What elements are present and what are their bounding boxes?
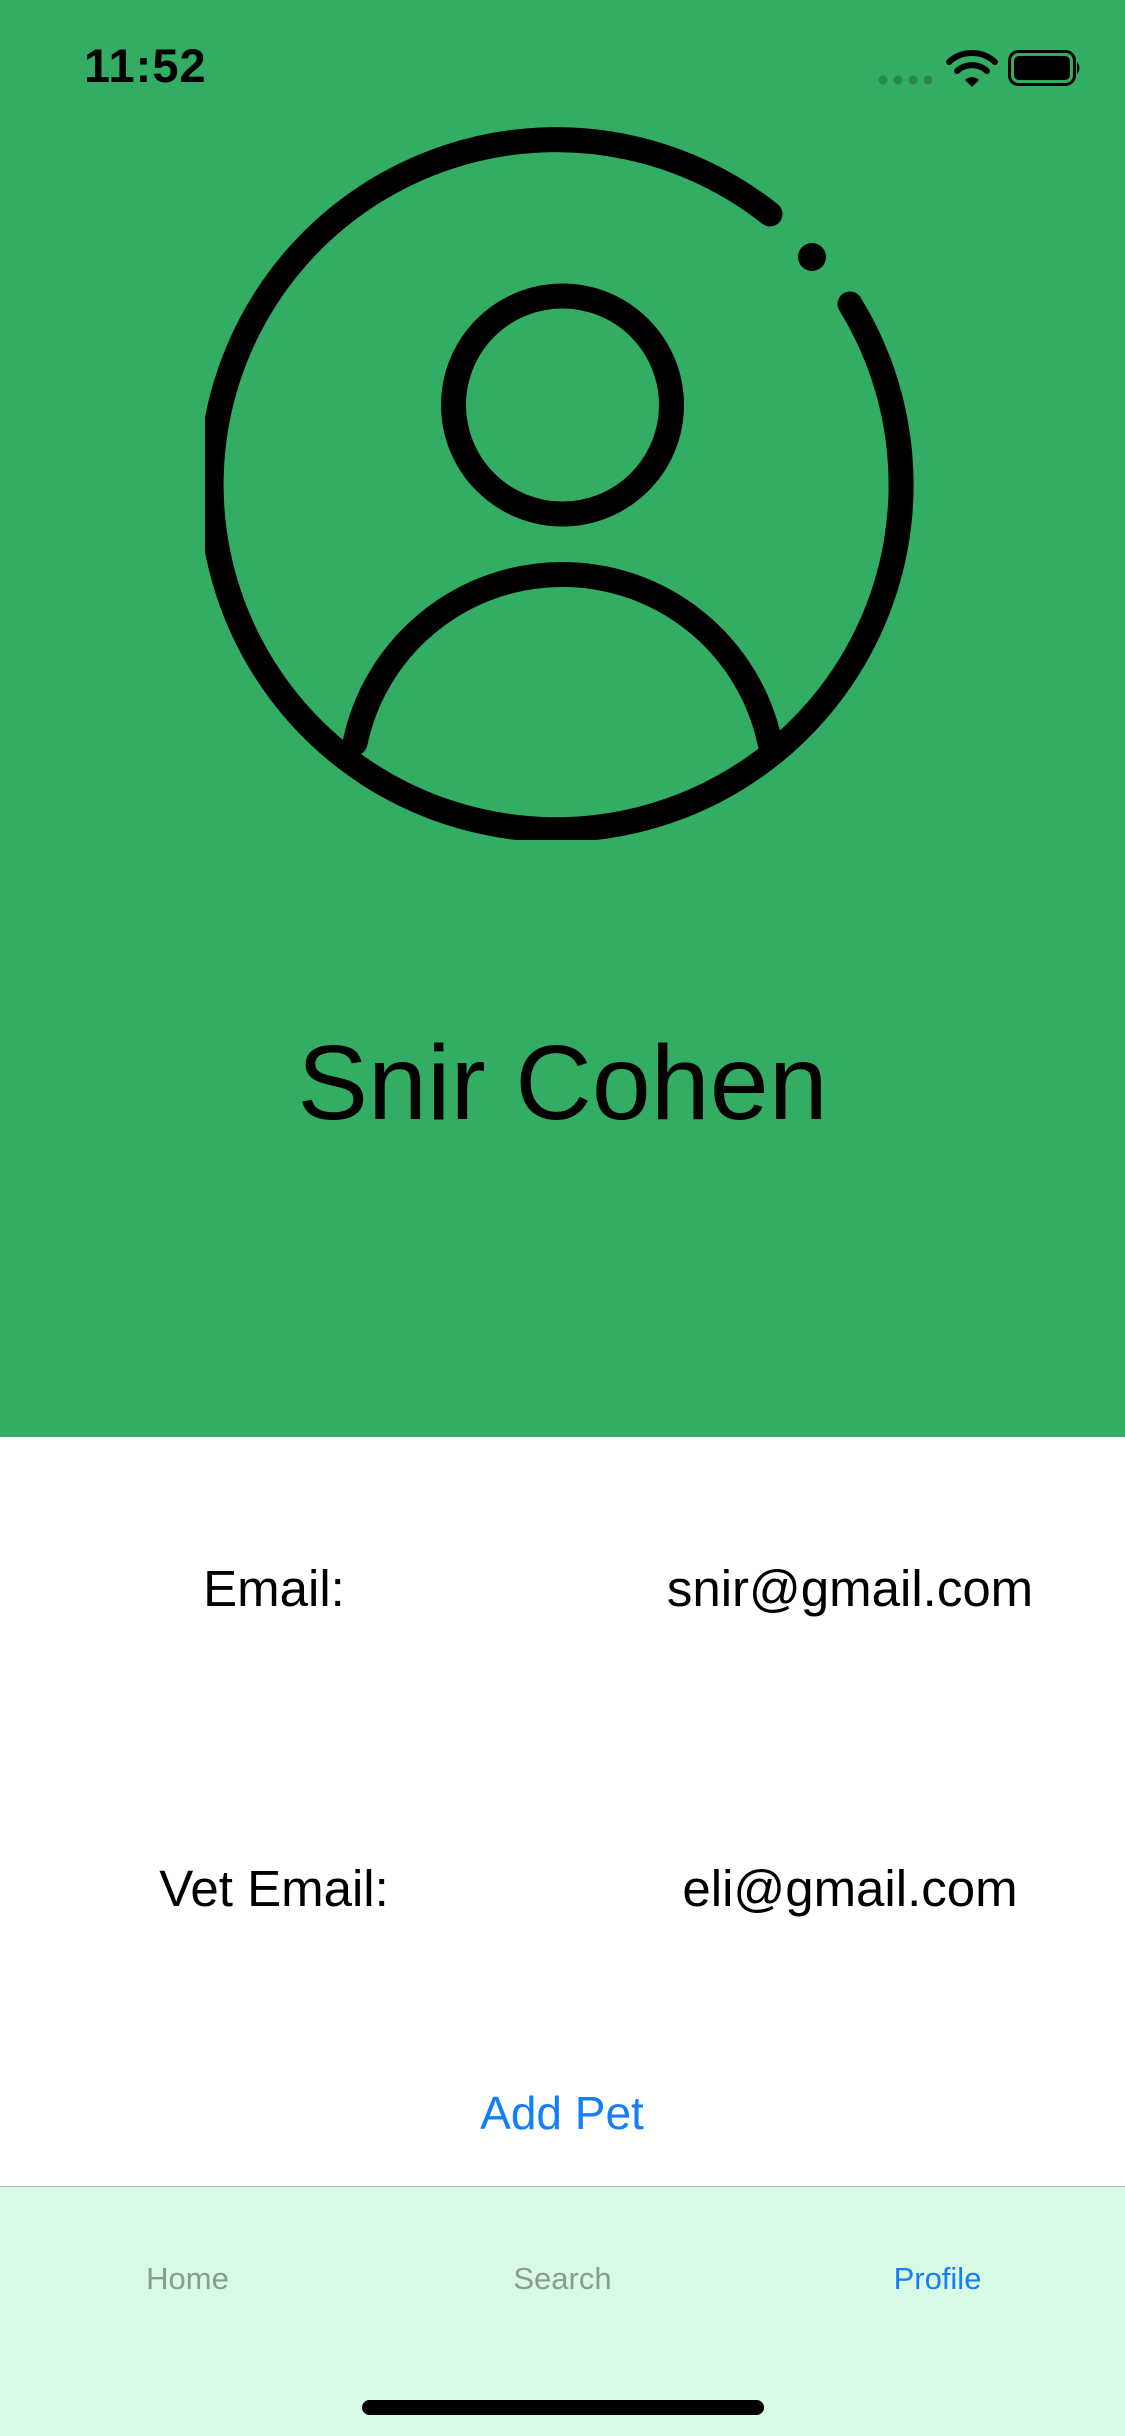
vet-email-value: eli@gmail.com xyxy=(682,1860,1018,1917)
email-value: snir@gmail.com xyxy=(666,1560,1034,1617)
profile-name: Snir Cohen xyxy=(297,1024,828,1142)
profile-header: 11:52 Snir Cohen xyxy=(0,0,1125,1437)
email-label: Email: xyxy=(203,1560,345,1617)
tab-search[interactable]: Search xyxy=(375,2249,750,2309)
user-circle-icon xyxy=(205,127,914,840)
battery-icon xyxy=(1008,50,1080,86)
add-pet-button[interactable]: Add Pet xyxy=(362,2080,762,2146)
tab-bar: Home Search Profile xyxy=(0,2186,1125,2436)
wifi-icon xyxy=(946,50,998,87)
home-indicator[interactable] xyxy=(362,2400,764,2415)
status-time: 11:52 xyxy=(84,39,207,92)
tab-home[interactable]: Home xyxy=(0,2249,375,2309)
tab-profile[interactable]: Profile xyxy=(750,2249,1125,2309)
status-bar: 11:52 xyxy=(0,0,1125,140)
signal-icon xyxy=(878,75,933,85)
vet-email-label: Vet Email: xyxy=(159,1860,389,1917)
profile-screen: 11:52 Snir Cohen Email: snir@gmail.com V… xyxy=(0,0,1125,2436)
